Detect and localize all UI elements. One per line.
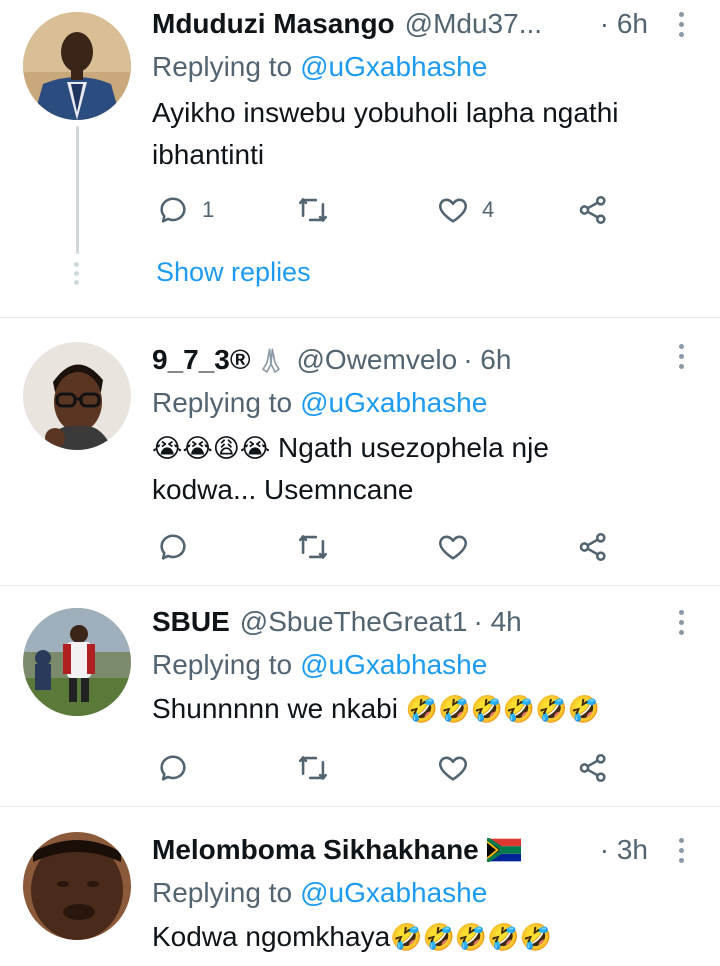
like-button[interactable] — [436, 527, 470, 567]
reply-button[interactable]: 1 — [156, 190, 214, 230]
more-icon[interactable] — [676, 336, 686, 376]
tweet-text: Ayikho inswebu yobuholi lapha ngathi ibh… — [152, 97, 619, 170]
south-africa-flag-icon — [486, 838, 521, 862]
replying-prefix: Replying to — [152, 649, 293, 680]
tweet-text-content: Kodwa ngomkhaya — [152, 921, 391, 952]
tweet-time[interactable]: · 6h — [600, 4, 648, 44]
reply-icon — [160, 755, 186, 781]
tweet-header: 9_7_3® @Owemvelo · 6h — [152, 340, 660, 380]
share-button[interactable] — [576, 748, 610, 788]
reply-icon — [160, 534, 186, 560]
thread-line — [76, 126, 79, 254]
divider — [0, 317, 720, 318]
replying-prefix: Replying to — [152, 877, 293, 908]
mention-link[interactable]: @uGxabhashe — [300, 877, 487, 909]
reply-icon — [160, 197, 186, 223]
tweet-text-content: Shunnnnn we nkabi — [152, 693, 398, 724]
share-button[interactable] — [576, 190, 610, 230]
user-handle[interactable]: @Mdu37... — [405, 8, 542, 40]
tweet-text: Shunnnnn we nkabi 🤣🤣🤣🤣🤣🤣 — [152, 688, 680, 730]
replying-prefix: Replying to — [152, 51, 293, 82]
divider — [0, 585, 720, 586]
user-handle[interactable]: @SbueTheGreat1 — [240, 606, 468, 638]
praying-hands-icon — [261, 348, 280, 373]
tweet-actions — [152, 527, 622, 567]
share-icon — [579, 532, 606, 562]
tweet-text: 😭😭😩😭 Ngath usezophela nje kodwa... Usemn… — [152, 427, 632, 511]
mention-link[interactable]: @uGxabhashe — [300, 387, 487, 419]
display-name[interactable]: 9_7_3® — [152, 344, 251, 376]
share-icon — [579, 753, 606, 783]
heart-icon — [439, 198, 467, 223]
reply-count: 1 — [202, 197, 215, 222]
tweet-text: Kodwa ngomkhaya🤣🤣🤣🤣🤣 — [152, 916, 680, 958]
tweet-header: SBUE @SbueTheGreat1 · 4h — [152, 602, 660, 642]
replying-prefix: Replying to — [152, 387, 293, 418]
retweet-icon — [298, 198, 328, 222]
reply-button[interactable] — [156, 748, 190, 788]
divider — [0, 806, 720, 807]
replying-to: Replying to @uGxabhashe — [152, 645, 487, 685]
replying-to: Replying to @uGxabhashe — [152, 383, 487, 423]
like-count: 4 — [482, 197, 495, 222]
avatar-owemvelo[interactable] — [23, 342, 131, 450]
more-icon[interactable] — [676, 4, 686, 44]
more-icon[interactable] — [676, 602, 686, 642]
user-handle[interactable]: @Owemvelo — [297, 344, 458, 376]
emoji-group: 😭😭😩😭 — [152, 433, 271, 463]
tweet-header: Mduduzi Masango @Mdu37... — [152, 4, 660, 44]
show-replies-link[interactable]: Show replies — [156, 252, 311, 292]
display-name[interactable]: Mduduzi Masango — [152, 8, 395, 40]
avatar-sbue[interactable] — [23, 608, 131, 716]
emoji-group: 🤣🤣🤣🤣🤣 — [390, 922, 553, 952]
like-button[interactable] — [436, 748, 470, 788]
tweet-time[interactable]: · 4h — [473, 606, 521, 638]
more-icon[interactable] — [676, 830, 686, 870]
time-separator[interactable]: · 6h — [463, 344, 511, 376]
tweet-actions: 1 4 — [152, 190, 622, 230]
tweet-header: Melomboma Sikhakhane — [152, 830, 660, 870]
mention-link[interactable]: @uGxabhashe — [300, 649, 487, 681]
heart-icon — [439, 756, 467, 781]
thread-dots — [74, 262, 80, 289]
retweet-icon — [298, 535, 328, 559]
tweet-actions — [152, 748, 622, 788]
replying-to: Replying to @uGxabhashe — [152, 47, 487, 87]
heart-icon — [439, 535, 467, 560]
reply-feed: Mduduzi Masango @Mdu37... · 6h Replying … — [0, 0, 720, 966]
share-button[interactable] — [576, 527, 610, 567]
mention-link[interactable]: @uGxabhashe — [300, 51, 487, 83]
avatar-melomboma[interactable] — [23, 832, 131, 940]
reply-button[interactable] — [156, 527, 190, 567]
display-name[interactable]: SBUE — [152, 606, 230, 638]
display-name[interactable]: Melomboma Sikhakhane — [152, 834, 479, 866]
retweet-button[interactable] — [296, 527, 330, 567]
emoji-group: 🤣🤣🤣🤣🤣🤣 — [405, 694, 601, 724]
replying-to: Replying to @uGxabhashe — [152, 873, 487, 913]
retweet-button[interactable] — [296, 748, 330, 788]
share-icon — [579, 195, 606, 225]
retweet-button[interactable] — [296, 190, 330, 230]
retweet-icon — [298, 756, 328, 780]
like-button[interactable]: 4 — [436, 190, 494, 230]
tweet-time[interactable]: · 3h — [600, 830, 648, 870]
avatar-mduduzi[interactable] — [23, 12, 131, 120]
